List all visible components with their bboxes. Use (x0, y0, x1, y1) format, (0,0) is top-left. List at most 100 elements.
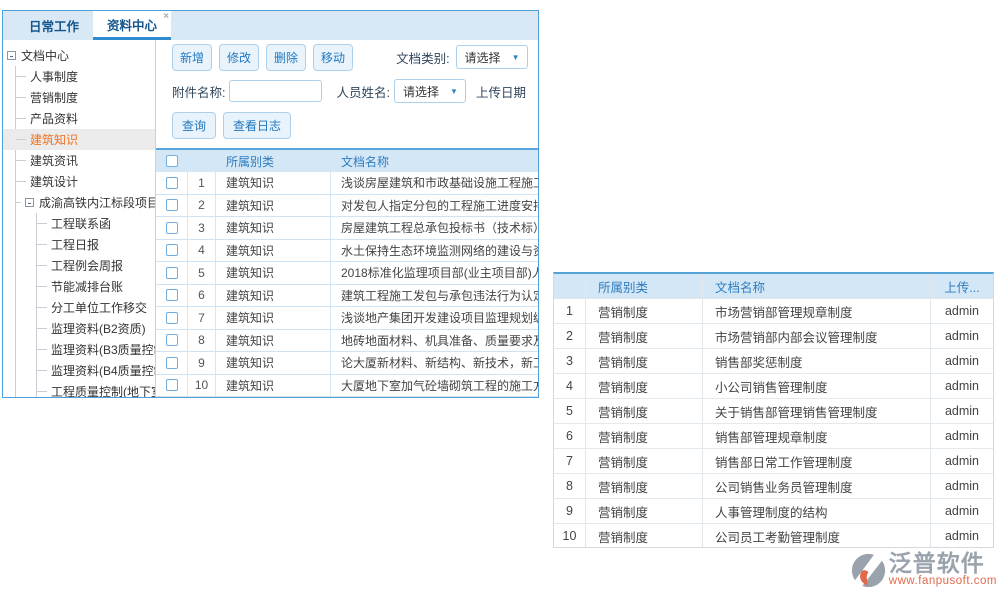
row-doc-name: 2018标准化监理项目部(业主项目部)人员... (331, 262, 538, 284)
toolbar-button-add[interactable]: 新增 (172, 44, 212, 71)
tree-item[interactable]: 工程质量控制(地下室) (37, 381, 155, 397)
toolbar-button-view-log[interactable]: 查看日志 (223, 112, 291, 139)
doc-category-select[interactable]: 请选择 ▼ (456, 45, 528, 69)
row-uploader: admin (931, 474, 993, 498)
table-row[interactable]: 6建筑知识建筑工程施工发包与承包违法行为认定... (156, 285, 538, 308)
row-checkbox[interactable] (166, 379, 178, 391)
tree-item-label: 工程质量控制(地下室) (51, 383, 155, 397)
table-row[interactable]: 4营销制度小公司销售管理制度admin (554, 374, 993, 399)
tree-item[interactable]: 成渝高铁内江标段项目 (16, 192, 155, 213)
tree-node: 工程质量控制(地下室) (37, 381, 155, 397)
table-row[interactable]: 9营销制度人事管理制度的结构admin (554, 499, 993, 524)
window-body: 文档中心人事制度营销制度产品资料建筑知识建筑资讯建筑设计成渝高铁内江标段项目工程… (3, 40, 538, 397)
row-index: 2 (554, 324, 586, 348)
toolbar-button-query[interactable]: 查询 (172, 112, 216, 139)
tree-item[interactable]: 文档中心 (7, 45, 155, 66)
table-row[interactable]: 8建筑知识地砖地面材料、机具准备、质量要求及... (156, 330, 538, 353)
collapse-icon[interactable] (25, 198, 34, 207)
action-toolbar: 新增修改删除移动 文档类别: 请选择 ▼ 文档名称: (156, 45, 538, 69)
tree-connector (16, 97, 26, 98)
brand-name: 泛普软件 (889, 551, 997, 575)
tree-node: 工程日报 (37, 234, 155, 255)
category-tree-sidebar: 文档中心人事制度营销制度产品资料建筑知识建筑资讯建筑设计成渝高铁内江标段项目工程… (3, 40, 156, 397)
tree-item-label: 工程例会周报 (51, 257, 123, 274)
table-row[interactable]: 3营销制度销售部奖惩制度admin (554, 349, 993, 374)
table-row[interactable]: 5营销制度关于销售部管理销售管理制度admin (554, 399, 993, 424)
tree-item[interactable]: 监理资料(B2资质) (37, 318, 155, 339)
table-row[interactable]: 7建筑知识浅谈地产集团开发建设项目监理规划编... (156, 307, 538, 330)
row-checkbox[interactable] (166, 357, 178, 369)
tree-node: 文档中心人事制度营销制度产品资料建筑知识建筑资讯建筑设计成渝高铁内江标段项目工程… (7, 45, 155, 397)
row-select-cell (156, 195, 188, 217)
tree-node: 监理资料(B4质量控制) (37, 360, 155, 381)
row-doc-name: 市场营销部内部会议管理制度 (703, 324, 931, 348)
tree-item-label: 成渝高铁内江标段项目 (39, 194, 155, 211)
close-icon[interactable]: × (163, 12, 169, 22)
table-row[interactable]: 10建筑知识大厦地下室加气砼墙砌筑工程的施工方... (156, 375, 538, 398)
table-row[interactable]: 6营销制度销售部管理规章制度admin (554, 424, 993, 449)
document-center-window: 日常工作 资料中心 × 文档中心人事制度营销制度产品资料建筑知识建筑资讯建筑设计… (2, 10, 539, 398)
row-category: 营销制度 (586, 374, 703, 398)
row-index: 6 (554, 424, 586, 448)
toolbar-button-modify[interactable]: 修改 (219, 44, 259, 71)
table-row[interactable]: 8营销制度公司销售业务员管理制度admin (554, 474, 993, 499)
table-row[interactable]: 9建筑知识论大厦新材料、新结构、新技术，新工... (156, 352, 538, 375)
tab-data-center[interactable]: 资料中心 × (93, 11, 171, 40)
tree-item[interactable]: 建筑知识 (16, 129, 155, 150)
row-doc-name: 建筑工程施工发包与承包违法行为认定... (331, 285, 538, 307)
row-doc-name: 公司销售业务员管理制度 (703, 474, 931, 498)
table-row[interactable]: 4建筑知识水土保持生态环境监测网络的建设与资... (156, 240, 538, 263)
tree-item[interactable]: 监理资料(B4质量控制) (37, 360, 155, 381)
row-checkbox[interactable] (166, 267, 178, 279)
row-checkbox[interactable] (166, 199, 178, 211)
tree-item[interactable]: 营销制度 (16, 87, 155, 108)
row-category: 营销制度 (586, 524, 703, 548)
toolbar-button-delete[interactable]: 删除 (266, 44, 306, 71)
tree-node: 产品资料 (16, 108, 155, 129)
tree-item[interactable]: 分工单位工作移交 (37, 297, 155, 318)
row-checkbox[interactable] (166, 312, 178, 324)
row-checkbox[interactable] (166, 244, 178, 256)
tree-item[interactable]: 建筑设计 (16, 171, 155, 192)
row-checkbox[interactable] (166, 289, 178, 301)
brand-url[interactable]: www.fanpusoft.com (889, 575, 997, 588)
tree-item[interactable]: 节能减排台账 (37, 276, 155, 297)
select-all-checkbox[interactable] (166, 155, 178, 167)
row-select-cell (156, 172, 188, 194)
row-doc-name: 销售部管理规章制度 (703, 424, 931, 448)
tree-item[interactable]: 工程联系函 (37, 213, 155, 234)
person-name-select[interactable]: 请选择 ▼ (394, 79, 466, 103)
table-row[interactable]: 7营销制度销售部日常工作管理制度admin (554, 449, 993, 474)
toolbar-button-move[interactable]: 移动 (313, 44, 353, 71)
row-doc-name: 销售部日常工作管理制度 (703, 449, 931, 473)
tree-item[interactable]: 建筑资讯 (16, 150, 155, 171)
row-checkbox[interactable] (166, 334, 178, 346)
table-row[interactable]: 10营销制度公司员工考勤管理制度admin (554, 524, 993, 548)
row-uploader: admin (931, 524, 993, 548)
table-row[interactable]: 3建筑知识房屋建筑工程总承包投标书（技术标）... (156, 217, 538, 240)
row-index: 9 (554, 499, 586, 523)
results-table-panel: 所属别类 文档名称 上传... 1营销制度市场营销部管理规章制度admin2营销… (553, 272, 994, 548)
brand-logo: 泛普软件 www.fanpusoft.com (851, 551, 997, 588)
tree-connector (16, 181, 26, 182)
row-uploader: admin (931, 349, 993, 373)
table-row[interactable]: 2建筑知识对发包人指定分包的工程施工进度安排... (156, 195, 538, 218)
table-row[interactable]: 2营销制度市场营销部内部会议管理制度admin (554, 324, 993, 349)
collapse-icon[interactable] (7, 51, 16, 60)
tree-node: 建筑设计 (16, 171, 155, 192)
tree-item[interactable]: 监理资料(B3质量控制) (37, 339, 155, 360)
tree-item[interactable]: 人事制度 (16, 66, 155, 87)
row-checkbox[interactable] (166, 177, 178, 189)
tree-item[interactable]: 工程日报 (37, 234, 155, 255)
attachment-name-input[interactable] (229, 80, 322, 102)
table-row[interactable]: 5建筑知识2018标准化监理项目部(业主项目部)人员... (156, 262, 538, 285)
tab-daily-work[interactable]: 日常工作 (15, 11, 93, 40)
table-row[interactable]: 1营销制度市场营销部管理规章制度admin (554, 299, 993, 324)
table-row[interactable]: 1建筑知识浅谈房屋建筑和市政基础设施工程施工... (156, 172, 538, 195)
tree-connector (16, 160, 26, 161)
row-checkbox[interactable] (166, 222, 178, 234)
tree-item-label: 监理资料(B2资质) (51, 320, 146, 337)
tree-item[interactable]: 工程例会周报 (37, 255, 155, 276)
row-select-cell (156, 330, 188, 352)
tree-item[interactable]: 产品资料 (16, 108, 155, 129)
